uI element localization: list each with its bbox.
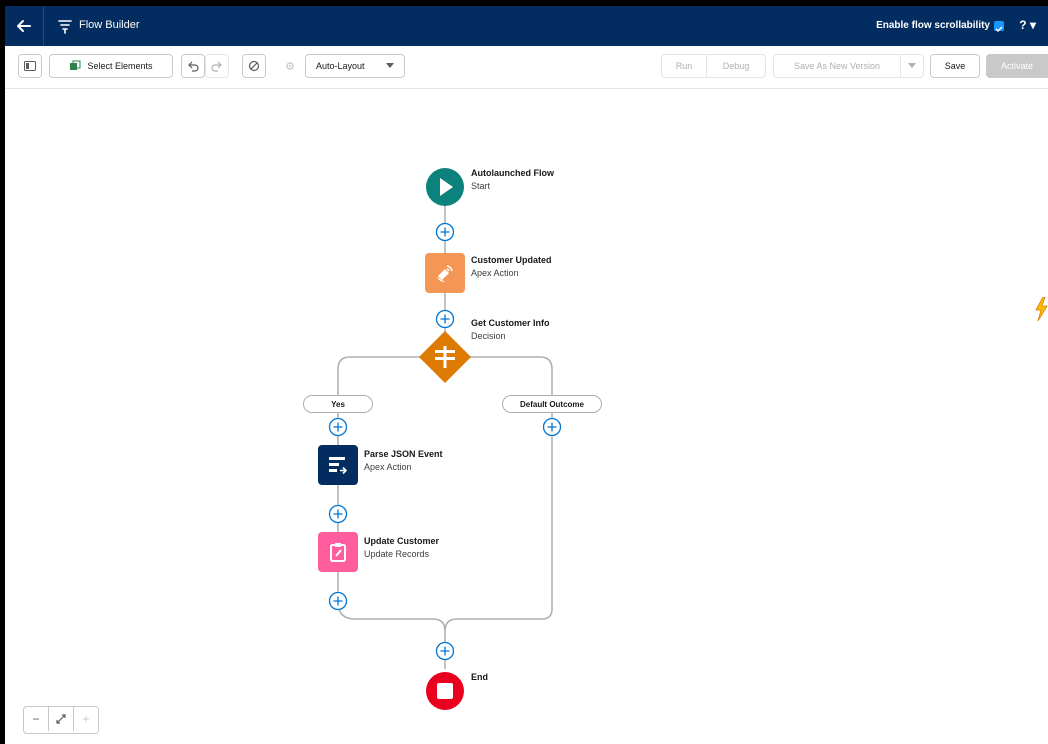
outcome-default-label: Default Outcome <box>519 399 584 409</box>
undo-icon <box>188 61 199 72</box>
start-title: Autolaunched Flow <box>471 168 554 178</box>
customer-updated-node[interactable] <box>425 253 465 293</box>
zoom-out-icon: − <box>32 712 40 726</box>
outcome-yes-pill[interactable]: Yes <box>303 395 373 413</box>
check-icon <box>995 26 1003 33</box>
customer-updated-subtitle: Apex Action <box>471 268 519 278</box>
add-element-button[interactable] <box>435 641 455 661</box>
chevron-down-icon <box>386 63 394 68</box>
flow-connectors <box>337 203 553 669</box>
fit-view-button[interactable] <box>49 707 74 731</box>
select-elements-icon <box>70 60 81 70</box>
layout-select[interactable]: Auto-Layout <box>305 54 405 78</box>
flow-builder-window: Flow Builder Enable flow scrollability ?… <box>5 6 1048 744</box>
save-label: Save <box>944 61 966 71</box>
zoom-out-button[interactable]: − <box>24 707 49 731</box>
add-element-button[interactable] <box>328 504 348 524</box>
parse-json-title: Parse JSON Event <box>364 449 443 459</box>
fit-view-icon <box>56 714 66 724</box>
customer-updated-title: Customer Updated <box>471 255 552 265</box>
header-bar: Flow Builder Enable flow scrollability ?… <box>5 6 1048 46</box>
outcome-default-pill[interactable]: Default Outcome <box>502 395 602 413</box>
activate-button[interactable]: Activate <box>986 54 1048 78</box>
add-element-button[interactable] <box>328 417 348 437</box>
update-records-icon <box>330 543 346 562</box>
add-element-button[interactable] <box>328 591 348 611</box>
start-node[interactable] <box>425 167 465 207</box>
flow-canvas[interactable]: Autolaunched Flow Start Customer Updated… <box>5 89 1048 744</box>
update-customer-node[interactable] <box>318 532 358 572</box>
outcome-yes-label: Yes <box>331 399 345 409</box>
apex-icon <box>329 457 348 475</box>
redo-icon <box>211 61 222 72</box>
start-subtitle: Start <box>471 181 491 191</box>
save-options-button[interactable] <box>900 54 924 78</box>
cancel-button[interactable] <box>242 54 266 78</box>
update-customer-subtitle: Update Records <box>364 549 430 559</box>
undo-button[interactable] <box>181 54 205 78</box>
decision-subtitle: Decision <box>471 331 506 341</box>
toggle-panel-icon <box>24 61 36 71</box>
zoom-controls: − + <box>23 706 99 734</box>
decision-title: Get Customer Info <box>471 318 550 328</box>
save-button[interactable]: Save <box>930 54 980 78</box>
run-button[interactable]: Run <box>661 54 707 78</box>
stop-icon <box>437 683 453 699</box>
update-customer-title: Update Customer <box>364 536 440 546</box>
parse-json-subtitle: Apex Action <box>364 462 412 472</box>
scrollability-checkbox[interactable] <box>994 21 1004 33</box>
help-label: ? <box>1019 18 1027 32</box>
settings-icon <box>286 62 294 70</box>
zoom-in-icon: + <box>82 712 90 726</box>
add-element-button[interactable] <box>542 417 562 437</box>
end-node[interactable] <box>425 671 465 711</box>
decision-node[interactable] <box>417 329 473 385</box>
save-as-new-version-label: Save As New Version <box>793 61 881 71</box>
app-title: Flow Builder <box>79 19 140 31</box>
lightning-icon[interactable] <box>1035 297 1048 321</box>
satellite-icon <box>437 265 453 283</box>
redo-button[interactable] <box>205 54 229 78</box>
add-element-button[interactable] <box>435 309 455 329</box>
help-menu[interactable]: ? ▾ <box>1019 18 1036 32</box>
select-elements-button[interactable]: Select Elements <box>49 54 173 78</box>
activate-label: Activate <box>1000 61 1033 71</box>
chevron-down-icon <box>908 63 916 68</box>
end-title: End <box>471 672 488 682</box>
layout-select-value: Auto-Layout <box>316 61 365 71</box>
save-as-new-version-button[interactable]: Save As New Version <box>773 54 901 78</box>
back-arrow-icon[interactable] <box>15 17 33 35</box>
add-element-button[interactable] <box>435 222 455 242</box>
header-divider <box>43 6 44 46</box>
settings-button[interactable] <box>278 54 302 78</box>
select-elements-label: Select Elements <box>87 61 153 71</box>
scrollability-label: Enable flow scrollability <box>876 20 990 31</box>
flow-builder-icon <box>58 20 72 34</box>
run-label: Run <box>675 61 693 71</box>
toggle-panel-button[interactable] <box>18 54 42 78</box>
parse-json-node[interactable] <box>318 445 358 485</box>
cancel-circle-icon <box>248 60 260 72</box>
zoom-in-button[interactable]: + <box>74 707 98 731</box>
toolbar: Select Elements Auto-Layout Run Debug Sa… <box>5 46 1048 89</box>
debug-button[interactable]: Debug <box>706 54 766 78</box>
debug-label: Debug <box>722 61 750 71</box>
